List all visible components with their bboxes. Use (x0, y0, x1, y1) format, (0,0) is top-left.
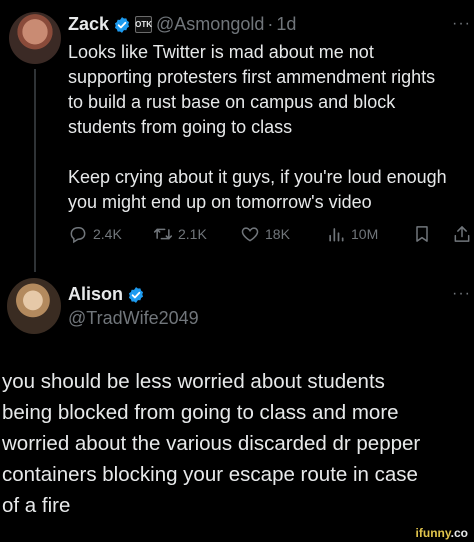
tweet-header: Zack OTK @Asmongold · 1d (68, 14, 296, 35)
bookmark-button[interactable] (412, 224, 432, 249)
like-button[interactable]: 18K (240, 224, 290, 244)
reply-line: you should be less worried about student… (2, 370, 385, 393)
reply-header: Alison (68, 284, 145, 305)
heart-icon (241, 227, 259, 242)
reply-line: worried about the various discarded dr p… (2, 432, 421, 455)
share-button[interactable] (452, 224, 472, 249)
author-name[interactable]: Alison (68, 284, 123, 305)
author-handle[interactable]: @TradWife2049 (68, 308, 199, 329)
tweet-line: you might end up on tomorrow's video (68, 192, 372, 212)
reply-line: of a fire (2, 494, 71, 517)
tweet-line: Keep crying about it guys, if you're lou… (68, 167, 447, 187)
verified-icon (127, 286, 145, 304)
views-count: 10M (351, 226, 379, 242)
verified-icon (113, 16, 131, 34)
views-icon (329, 228, 344, 242)
reply-line: being blocked from going to class and mo… (2, 401, 399, 424)
reply-icon (70, 227, 86, 244)
separator-dot: · (267, 14, 274, 34)
like-count: 18K (265, 226, 290, 242)
tweet-line: Looks like Twitter is mad about me not (68, 42, 374, 62)
ifunny-watermark: ifunny.co (415, 526, 468, 540)
share-icon (454, 226, 470, 242)
tweet-line: students from going to class (68, 117, 293, 137)
reply-button[interactable]: 2.4K (68, 224, 122, 244)
reply-line: containers blocking your escape route in… (2, 463, 418, 486)
tweet-line (68, 140, 447, 165)
affiliate-badge-icon[interactable]: OTK (135, 16, 153, 33)
reply-count: 2.4K (93, 226, 122, 242)
reply-text: you should be less worried about student… (2, 366, 420, 521)
more-options-icon[interactable]: ··· (452, 15, 471, 33)
repost-count: 2.1K (178, 226, 207, 242)
author-handle[interactable]: @Asmongold (156, 14, 264, 35)
tweet-line: supporting protesters first ammendment r… (68, 67, 436, 87)
thread-line (34, 69, 36, 272)
more-options-icon[interactable]: ··· (452, 285, 471, 303)
avatar[interactable] (7, 278, 61, 334)
bookmark-icon (416, 226, 428, 242)
author-name[interactable]: Zack (68, 14, 109, 35)
tweet-line: to build a rust base on campus and block (68, 92, 396, 112)
avatar[interactable] (9, 12, 61, 64)
repost-icon (153, 228, 173, 240)
repost-button[interactable]: 2.1K (153, 224, 207, 244)
timestamp[interactable]: 1d (276, 14, 296, 35)
views-button[interactable]: 10M (326, 224, 378, 244)
tweet-text: Looks like Twitter is mad about me not s… (68, 40, 447, 215)
